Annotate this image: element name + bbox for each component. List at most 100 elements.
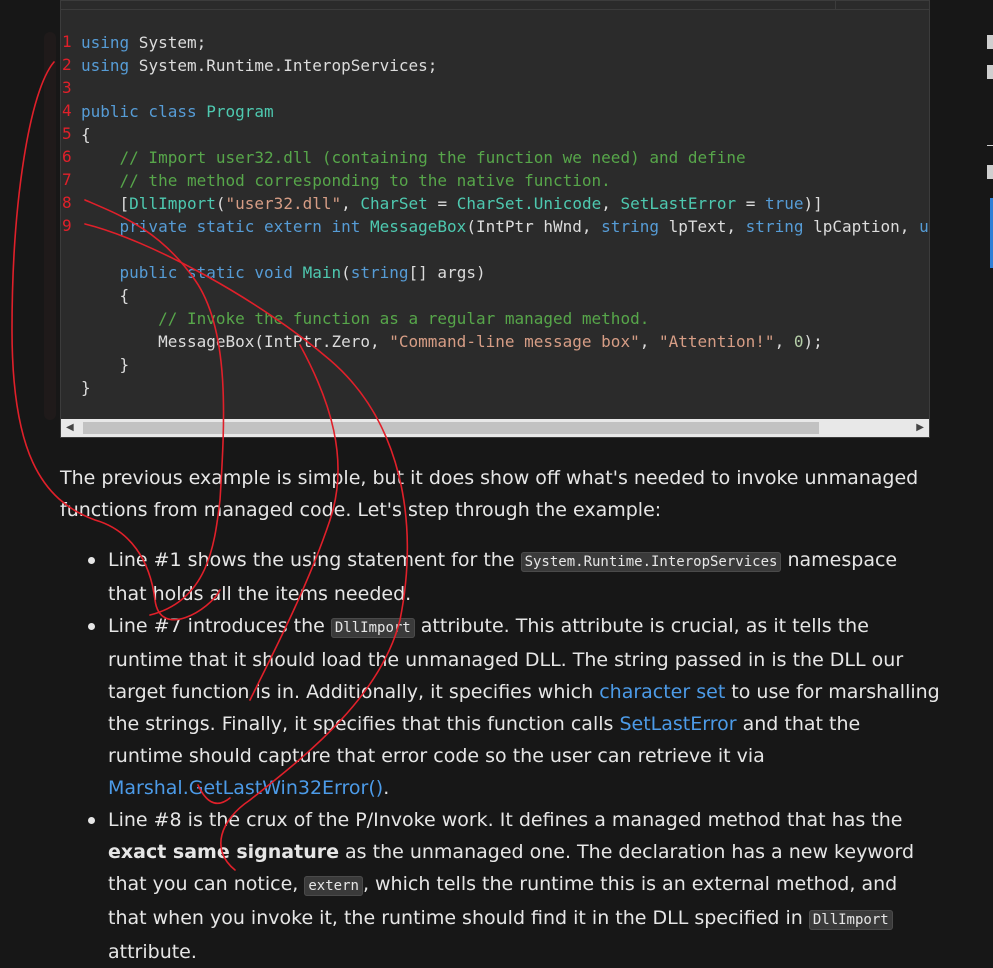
code-token: u	[919, 217, 929, 236]
code-token: {	[81, 125, 91, 144]
scrollbar-thumb[interactable]	[83, 422, 819, 434]
code-line: // the method corresponding to the nativ…	[81, 169, 929, 192]
code-line: {	[81, 284, 929, 307]
code-token: public static void	[81, 263, 303, 282]
article-body: The previous example is simple, but it d…	[60, 462, 940, 968]
divider	[835, 1, 836, 9]
body-text: Line #8 is the crux of the P/Invoke work…	[108, 809, 903, 831]
code-token: // the method corresponding to the nativ…	[81, 171, 611, 190]
code-token: }	[81, 355, 130, 374]
code-line: {	[81, 123, 929, 146]
code-token: }	[81, 378, 91, 397]
code-token: MessageBox(IntPtr.Zero,	[81, 332, 390, 351]
code-token: ,	[774, 332, 794, 351]
code-token: "user32.dll"	[225, 194, 342, 213]
horizontal-scrollbar[interactable]: ◀ ▶	[61, 419, 929, 437]
code-token: =	[736, 194, 765, 213]
code-line: public static void Main(string[] args)	[81, 261, 929, 284]
scroll-left-icon[interactable]: ◀	[66, 421, 74, 435]
code-token: CharSet.Unicode	[456, 194, 602, 213]
code-token: System;	[129, 33, 207, 52]
code-line: using System.Runtime.InteropServices;	[81, 54, 929, 77]
code-token: DllImport	[129, 194, 216, 213]
bullet-icon	[88, 817, 95, 824]
code-line: }	[81, 376, 929, 399]
code-token: [] args)	[408, 263, 486, 282]
code-token: (IntPtr hWnd,	[466, 217, 602, 236]
bullet-icon	[88, 557, 95, 564]
annotation-line-number: 5	[62, 124, 72, 143]
code-line: using System;	[81, 31, 929, 54]
code-token: using	[81, 56, 130, 75]
code-token: Program	[206, 102, 274, 121]
code-token: MessageBox	[369, 217, 467, 236]
code-line: [DllImport("user32.dll", CharSet = CharS…	[81, 192, 929, 215]
code-token: );	[803, 332, 823, 351]
code-line: // Import user32.dll (containing the fun…	[81, 146, 929, 169]
body-text: .	[383, 777, 390, 799]
code-line: private static extern int MessageBox(Int…	[81, 215, 929, 238]
code-panel-header	[61, 1, 929, 10]
code-token: ,	[341, 194, 361, 213]
code-token: using	[81, 33, 130, 52]
intro-paragraph: The previous example is simple, but it d…	[60, 467, 919, 521]
code-token: ,	[639, 332, 659, 351]
code-sample-panel: using System; using System.Runtime.Intero…	[60, 0, 930, 438]
annotation-line-number: 6	[62, 147, 72, 166]
code-line: }	[81, 353, 929, 376]
code-token: [	[81, 194, 130, 213]
annotation-line-number: 3	[62, 78, 72, 97]
code-token: // Invoke the function as a regular mana…	[81, 309, 650, 328]
annotation-line-number: 9	[62, 216, 72, 235]
body-text: Line #7 introduces the	[108, 615, 331, 637]
code-token: (	[341, 263, 351, 282]
inline-code: DllImport	[330, 618, 415, 638]
code-token: Main	[302, 263, 342, 282]
inline-code: DllImport	[808, 910, 893, 930]
code-token: {	[81, 286, 130, 305]
annotation-line-number: 1	[62, 32, 72, 51]
code-token: private static extern int	[81, 217, 370, 236]
annotation-line-number: 8	[62, 193, 72, 212]
code-token: lpCaption,	[803, 217, 920, 236]
code-token: =	[427, 194, 457, 213]
code-token: CharSet	[360, 194, 428, 213]
gutter-shadow	[44, 32, 56, 420]
code-token: "Attention!"	[658, 332, 775, 351]
scroll-right-icon[interactable]: ▶	[916, 421, 924, 435]
code-token: string	[350, 263, 409, 282]
list-item: Line #1 shows the using statement for th…	[88, 544, 940, 610]
code-line: public class Program	[81, 100, 929, 123]
code-token: lpText,	[658, 217, 746, 236]
code-token: System.Runtime.InteropServices;	[129, 56, 438, 75]
annotation-line-number: 4	[62, 101, 72, 120]
code-token: string	[601, 217, 659, 236]
bullet-icon	[88, 623, 95, 630]
code-token: ,	[601, 194, 621, 213]
code-token: true	[764, 194, 804, 213]
emphasis-text: exact same signature	[108, 841, 339, 863]
code-token: "Command-line message box"	[389, 332, 640, 351]
annotation-line-number: 2	[62, 55, 72, 74]
code-token: (	[215, 194, 226, 213]
doc-link[interactable]: character set	[599, 681, 725, 703]
code-line: // Invoke the function as a regular mana…	[81, 307, 929, 330]
handwritten-line-numbers: 1 2 3 4 5 6 7 8 9	[62, 30, 72, 237]
step-list: Line #1 shows the using statement for th…	[60, 544, 940, 968]
code-token: string	[745, 217, 804, 236]
code-token: public class	[81, 102, 207, 121]
inline-code: extern	[304, 876, 363, 896]
code-listing[interactable]: using System; using System.Runtime.Intero…	[81, 31, 929, 399]
code-token: // Import user32.dll (containing the fun…	[81, 148, 746, 167]
annotation-line-number: 7	[62, 170, 72, 189]
code-line: MessageBox(IntPtr.Zero, "Command-line me…	[81, 330, 929, 353]
code-token: )]	[803, 194, 823, 213]
body-text: Line #1 shows the using statement for th…	[108, 549, 521, 571]
doc-link[interactable]: Marshal.GetLastWin32Error()	[108, 777, 383, 799]
code-token: SetLastError	[620, 194, 737, 213]
doc-link[interactable]: SetLastError	[619, 713, 736, 735]
body-text: attribute.	[108, 941, 197, 963]
list-item: Line #7 introduces the DllImport attribu…	[88, 610, 940, 804]
